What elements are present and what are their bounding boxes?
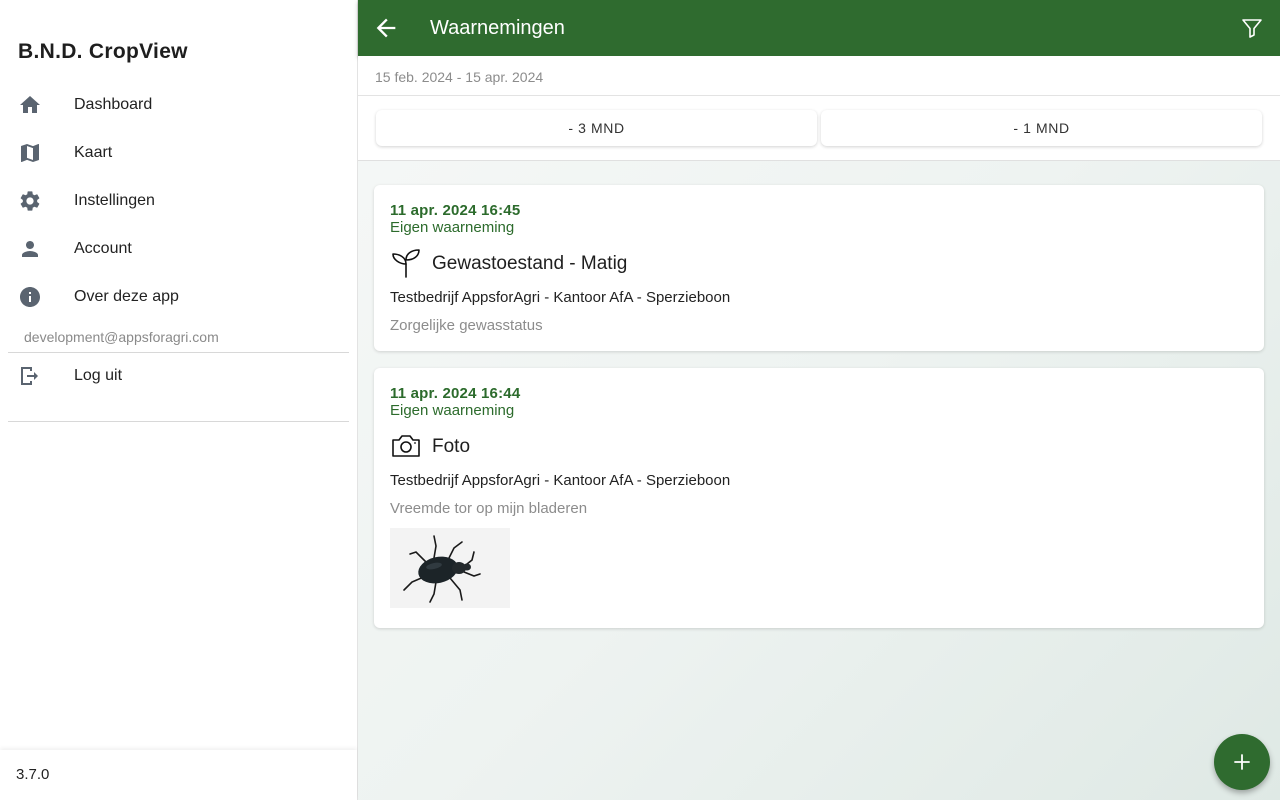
observation-card[interactable]: 11 apr. 2024 16:44 Eigen waarneming Foto… bbox=[374, 368, 1264, 628]
minus-3-months-button[interactable]: - 3 MND bbox=[376, 110, 817, 146]
minus-1-month-button[interactable]: - 1 MND bbox=[821, 110, 1262, 146]
date-filter-panel: 15 feb. 2024 - 15 apr. 2024 - 3 MND - 1 … bbox=[358, 56, 1280, 161]
main-content: Waarnemingen 15 feb. 2024 - 15 apr. 2024… bbox=[358, 0, 1280, 800]
observation-note: Vreemde tor op mijn bladeren bbox=[390, 500, 588, 517]
sidebar-item-label: Instellingen bbox=[74, 192, 155, 209]
logout-icon bbox=[21, 367, 38, 385]
app-title: B.N.D. CropView bbox=[18, 40, 188, 63]
observation-type: Foto bbox=[432, 436, 471, 457]
logout-button[interactable]: Log uit bbox=[0, 352, 357, 400]
observation-note: Zorgelijke gewasstatus bbox=[390, 317, 543, 334]
divider bbox=[358, 95, 1280, 96]
info-icon bbox=[20, 287, 40, 307]
home-icon bbox=[20, 96, 40, 113]
beetle-photo-thumbnail[interactable] bbox=[390, 528, 510, 608]
gear-icon bbox=[20, 191, 40, 211]
app-version: 3.7.0 bbox=[16, 766, 50, 783]
person-icon bbox=[22, 241, 38, 257]
observation-datetime: 11 apr. 2024 16:44 bbox=[390, 385, 521, 402]
observation-source: Eigen waarneming bbox=[390, 402, 515, 419]
app-bar: Waarnemingen bbox=[358, 0, 1280, 56]
observation-location: Testbedrijf AppsforAgri - Kantoor AfA - … bbox=[390, 472, 731, 489]
plus-icon bbox=[1234, 754, 1250, 770]
sidebar-item-label: Dashboard bbox=[74, 96, 153, 113]
sidebar-item-label: Kaart bbox=[74, 144, 113, 161]
sidebar-item-label: Over deze app bbox=[74, 288, 179, 305]
sidebar-item-kaart[interactable]: Kaart bbox=[0, 129, 357, 177]
sprout-icon bbox=[392, 249, 420, 278]
filter-icon[interactable] bbox=[1240, 16, 1264, 40]
observation-card[interactable]: 11 apr. 2024 16:45 Eigen waarneming Gewa… bbox=[374, 185, 1264, 351]
page-title: Waarnemingen bbox=[430, 17, 565, 39]
version-footer: 3.7.0 bbox=[0, 750, 357, 800]
navigation-drawer: B.N.D. CropView Dashboard Kaart Instelli… bbox=[0, 0, 358, 800]
sidebar-item-over-deze-app[interactable]: Over deze app bbox=[0, 273, 357, 321]
divider bbox=[8, 421, 349, 422]
map-icon bbox=[21, 144, 39, 162]
add-observation-button[interactable] bbox=[1214, 734, 1270, 790]
date-range-text[interactable]: 15 feb. 2024 - 15 apr. 2024 bbox=[375, 69, 543, 85]
camera-icon bbox=[392, 435, 420, 457]
sidebar-item-label: Account bbox=[74, 240, 132, 257]
observation-datetime: 11 apr. 2024 16:45 bbox=[390, 202, 521, 219]
sidebar-item-account[interactable]: Account bbox=[0, 225, 357, 273]
observation-type: Gewastoestand - Matig bbox=[432, 253, 628, 274]
user-email: development@appsforagri.com bbox=[24, 329, 219, 345]
sidebar-item-dashboard[interactable]: Dashboard bbox=[0, 81, 357, 129]
logout-label: Log uit bbox=[74, 367, 123, 384]
beetle-photo bbox=[390, 528, 510, 608]
observation-source: Eigen waarneming bbox=[390, 219, 515, 236]
sidebar-item-instellingen[interactable]: Instellingen bbox=[0, 177, 357, 225]
arrow-left-icon[interactable] bbox=[372, 14, 400, 42]
observation-location: Testbedrijf AppsforAgri - Kantoor AfA - … bbox=[390, 289, 731, 306]
